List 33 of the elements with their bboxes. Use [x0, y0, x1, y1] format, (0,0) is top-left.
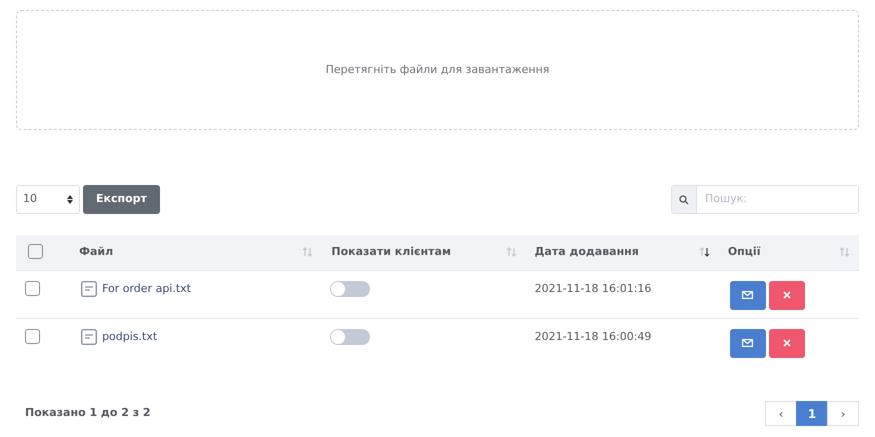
file-icon [81, 328, 98, 344]
row-checkbox[interactable] [25, 328, 40, 344]
pagination-button[interactable]: ‹ [765, 401, 797, 426]
envelope-icon [742, 339, 754, 347]
file-link[interactable]: podpis.txt [102, 330, 158, 343]
date-text: 2021-11-18 16:00:49 [534, 330, 652, 342]
dropzone-text: Перетягніть файли для завантаження [326, 62, 550, 78]
delete-button[interactable] [768, 280, 805, 310]
dropzone[interactable]: Перетягніть файли для завантаження [16, 10, 859, 130]
toggle-switch[interactable] [330, 328, 370, 344]
export-button[interactable]: Експорт [83, 185, 160, 214]
row-checkbox[interactable] [25, 280, 40, 296]
pagination-button[interactable]: › [827, 401, 859, 426]
email-button[interactable] [730, 280, 766, 310]
file-icon [81, 280, 98, 296]
search-field[interactable]: Пошук: [671, 185, 859, 214]
date-text: 2021-11-18 16:01:16 [534, 282, 652, 294]
spinner-arrows-icon [67, 195, 73, 204]
sort-icon[interactable] [698, 247, 710, 258]
close-icon [782, 339, 791, 347]
file-link[interactable]: For order api.txt [102, 282, 191, 295]
delete-button[interactable] [768, 328, 805, 358]
envelope-icon [742, 291, 754, 299]
page-size-select[interactable]: 10 [16, 185, 80, 214]
close-icon [782, 291, 791, 299]
entries-info: Показано 1 до 2 з 2 [25, 405, 151, 422]
select-all-checkbox[interactable] [28, 244, 43, 260]
column-header[interactable]: Опції [728, 244, 760, 260]
pagination-button[interactable]: 1 [796, 401, 828, 426]
email-button[interactable] [730, 328, 766, 358]
search-icon [679, 194, 689, 204]
column-header[interactable]: Файл [79, 244, 114, 260]
toggle-switch[interactable] [330, 280, 370, 296]
